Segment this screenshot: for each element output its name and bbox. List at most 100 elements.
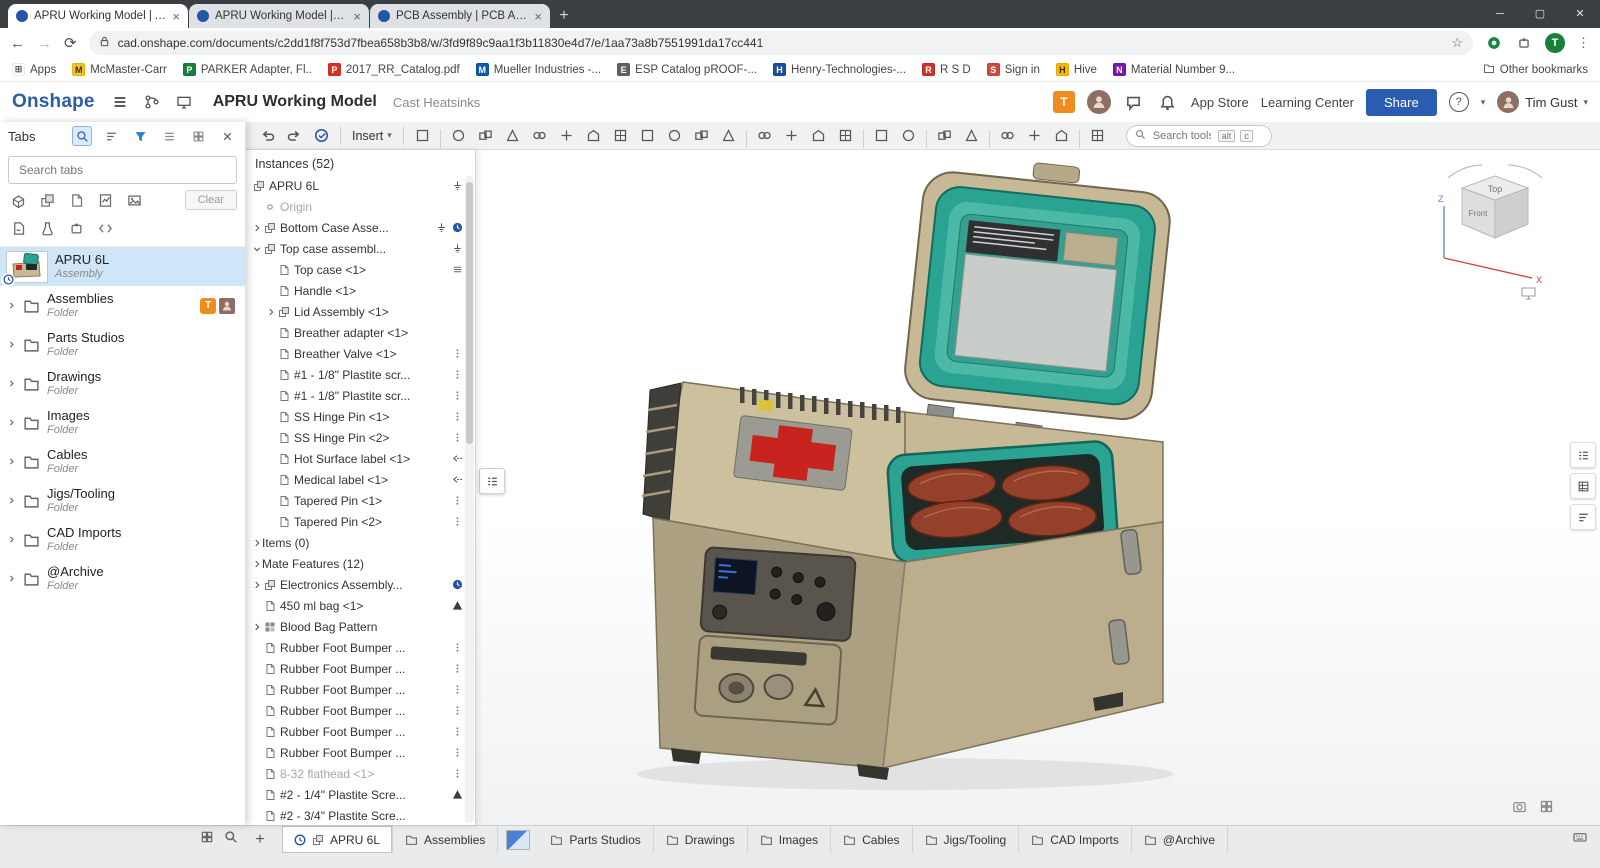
fasten-icon[interactable]	[553, 124, 580, 148]
tree-row-rubber-foot-bumper[interactable]: Rubber Foot Bumper ...	[245, 742, 475, 763]
part-studio-filter-icon[interactable]	[8, 190, 28, 210]
revolute-icon[interactable]	[580, 124, 607, 148]
versions-icon[interactable]	[141, 91, 163, 113]
tree-row-450-ml-bag-1[interactable]: 450 ml bag <1>	[245, 595, 475, 616]
bookmark-mcmaster-carr[interactable]: MMcMaster-Carr	[72, 63, 167, 76]
search-tools[interactable]: alt c	[1126, 125, 1272, 147]
search-tools-input[interactable]	[1151, 129, 1213, 143]
kebab-icon[interactable]	[452, 642, 463, 653]
reload-icon[interactable]: ⟳	[64, 34, 77, 52]
tree-row-blood-bag-pattern[interactable]: Blood Bag Pattern	[245, 616, 475, 637]
override-icon[interactable]	[452, 264, 463, 275]
kebab-icon[interactable]	[452, 495, 463, 506]
other-bookmarks[interactable]: Other bookmarks	[1483, 62, 1588, 77]
context-icon[interactable]	[452, 579, 463, 590]
tree-row-1-1-8-plastite-scr[interactable]: #1 - 1/8" Plastite scr...	[245, 385, 475, 406]
inctx-icon[interactable]	[452, 474, 463, 485]
close-button[interactable]: ✕	[1560, 0, 1600, 28]
maximize-button[interactable]: ▢	[1520, 0, 1560, 28]
expand-chevron-icon[interactable]	[6, 301, 16, 310]
kebab-icon[interactable]	[452, 747, 463, 758]
element-tab-assemblies[interactable]: Assemblies	[393, 826, 498, 853]
tab-close-icon[interactable]: ×	[534, 9, 542, 24]
tree-row-ss-hinge-pin-2[interactable]: SS Hinge Pin <2>	[245, 427, 475, 448]
mass-properties-icon[interactable]	[1048, 124, 1075, 148]
tab-close-icon[interactable]: ×	[172, 9, 180, 24]
collaborator-chip[interactable]: T	[1053, 91, 1075, 113]
undo-icon[interactable]	[254, 124, 281, 148]
view-cube[interactable]: Top Front Z X	[1430, 162, 1560, 302]
tree-row-rubber-foot-bumper[interactable]: Rubber Foot Bumper ...	[245, 721, 475, 742]
tab-search-icon[interactable]	[224, 830, 238, 849]
element-tab-cad-imports[interactable]: CAD Imports	[1019, 826, 1132, 853]
inctx-icon[interactable]	[452, 453, 463, 464]
bookmark-hive[interactable]: HHive	[1056, 63, 1097, 76]
panel-bom-icon[interactable]	[1570, 473, 1596, 499]
cylindrical-icon[interactable]	[661, 124, 688, 148]
element-tab-drawings[interactable]: Drawings	[654, 826, 748, 853]
circular-pattern-icon[interactable]	[778, 124, 805, 148]
material-filter-icon[interactable]	[37, 218, 57, 238]
tree-row-hot-surface-label-1[interactable]: Hot Surface label <1>	[245, 448, 475, 469]
element-tab-apru-6l[interactable]: APRU 6L	[282, 826, 393, 853]
tree-row-1-1-8-plastite-scr[interactable]: #1 - 1/8" Plastite scr...	[245, 364, 475, 385]
element-tab-parts-studios[interactable]: Parts Studios	[538, 826, 653, 853]
warning-icon[interactable]	[452, 600, 463, 611]
element-tab-images[interactable]: Images	[748, 826, 831, 853]
replicate-icon[interactable]	[832, 124, 859, 148]
user-menu[interactable]: Tim Gust ▾	[1497, 91, 1588, 113]
expand-chevron-icon[interactable]	[6, 418, 16, 427]
search-icon[interactable]	[72, 126, 92, 146]
expand-chevron-icon[interactable]	[6, 340, 16, 349]
tree-row-handle-1[interactable]: Handle <1>	[245, 280, 475, 301]
expand-chevron-icon[interactable]	[6, 496, 16, 505]
sidebar-item-cables[interactable]: CablesFolder	[0, 442, 245, 481]
sync-icon[interactable]	[308, 124, 335, 148]
browser-tab-apru-working-model-refrigera[interactable]: APRU Working Model | Refrigera...×	[189, 4, 369, 28]
browser-menu-icon[interactable]: ⋮	[1577, 35, 1590, 51]
graphics-viewport[interactable]: Top Front Z X	[475, 150, 1600, 825]
comments-icon[interactable]	[1123, 91, 1145, 113]
learning-center-link[interactable]: Learning Center	[1261, 95, 1354, 110]
kebab-icon[interactable]	[452, 432, 463, 443]
main-menu-icon[interactable]	[109, 91, 131, 113]
kebab-icon[interactable]	[452, 684, 463, 695]
group-icon[interactable]	[472, 124, 499, 148]
named-positions-icon[interactable]	[931, 124, 958, 148]
keyboard-shortcuts-icon[interactable]	[1572, 829, 1588, 850]
tree-row-items-0[interactable]: Items (0)	[245, 532, 475, 553]
element-tab-archive[interactable]: @Archive	[1132, 826, 1228, 853]
bookmark-mueller-industries[interactable]: MMueller Industries -...	[476, 63, 601, 76]
instances-scrollbar[interactable]	[465, 176, 474, 823]
kebab-icon[interactable]	[452, 663, 463, 674]
sidebar-item-jigs-tooling[interactable]: Jigs/ToolingFolder	[0, 481, 245, 520]
app-filter-icon[interactable]	[66, 218, 86, 238]
tree-row-tapered-pin-2[interactable]: Tapered Pin <2>	[245, 511, 475, 532]
bookmark-esp-catalog-proof[interactable]: EESP Catalog pROOF-...	[617, 63, 757, 76]
new-tab-button[interactable]: +	[551, 4, 577, 28]
kebab-icon[interactable]	[452, 726, 463, 737]
display-states-icon[interactable]	[958, 124, 985, 148]
list-view-icon[interactable]	[159, 126, 179, 146]
panel-list-icon[interactable]	[1570, 442, 1596, 468]
bookmark-2017-rr-catalog-pdf[interactable]: P2017_RR_Catalog.pdf	[328, 63, 460, 76]
redo-icon[interactable]	[281, 124, 308, 148]
bom-icon[interactable]	[994, 124, 1021, 148]
close-icon[interactable]	[217, 126, 237, 146]
bookmark-parker-adapter-fl[interactable]: PPARKER Adapter, Fl..	[183, 63, 312, 76]
tree-row-lid-assembly-1[interactable]: Lid Assembly <1>	[245, 301, 475, 322]
expand-chevron-icon[interactable]	[6, 535, 16, 544]
pdf-filter-icon[interactable]	[8, 218, 28, 238]
tree-row-8-32-flathead-1[interactable]: 8-32 flathead <1>	[245, 763, 475, 784]
filter-icon[interactable]	[130, 126, 150, 146]
mirror-icon[interactable]	[805, 124, 832, 148]
tree-row-breather-valve-1[interactable]: Breather Valve <1>	[245, 343, 475, 364]
browser-tab-pcb-assembly-pcb-assembly[interactable]: PCB Assembly | PCB Assembly×	[370, 4, 550, 28]
tree-row-2-3-4-plastite-scre[interactable]: #2 - 3/4" Plastite Scre...	[245, 805, 475, 825]
sidebar-item-assemblies[interactable]: AssembliesFolderT	[0, 286, 245, 325]
help-icon[interactable]: ?	[1449, 92, 1469, 112]
image-filter-icon[interactable]	[124, 190, 144, 210]
app-store-link[interactable]: App Store	[1191, 95, 1249, 110]
bookmark-material-number-9[interactable]: NMaterial Number 9...	[1113, 63, 1235, 76]
fixed-icon[interactable]	[452, 243, 463, 254]
